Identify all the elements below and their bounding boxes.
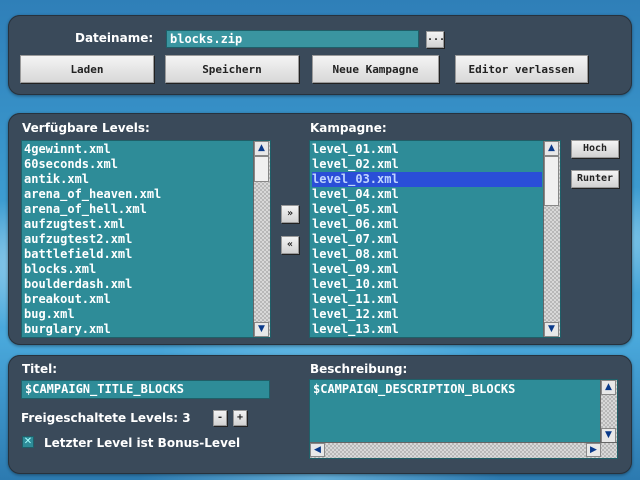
list-item[interactable]: bug.xml: [24, 307, 252, 322]
list-item[interactable]: arena_of_heaven.xml: [24, 187, 252, 202]
list-item[interactable]: aufzugtest2.xml: [24, 232, 252, 247]
list-item[interactable]: arena_of_hell.xml: [24, 202, 252, 217]
new-campaign-button[interactable]: Neue Kampagne: [312, 55, 439, 83]
decrease-unlocked-button[interactable]: -: [213, 410, 227, 426]
move-down-button[interactable]: Runter: [571, 170, 619, 188]
list-item[interactable]: aufzugtest.xml: [24, 217, 252, 232]
file-panel: Dateiname: blocks.zip ... Laden Speicher…: [8, 15, 632, 95]
scroll-thumb[interactable]: [254, 156, 269, 182]
save-button[interactable]: Speichern: [165, 55, 299, 83]
load-button[interactable]: Laden: [20, 55, 154, 83]
exit-editor-button[interactable]: Editor verlassen: [455, 55, 588, 83]
scroll-up-icon[interactable]: ▲: [544, 141, 559, 156]
campaign-levels-scrollbar[interactable]: ▲ ▼: [543, 141, 560, 337]
list-item[interactable]: level_03.xml: [312, 172, 542, 187]
campaign-label: Kampagne:: [310, 121, 387, 135]
unlocked-levels-label: Freigeschaltete Levels: 3: [21, 411, 191, 425]
list-item[interactable]: antik.xml: [24, 172, 252, 187]
description-hscrollbar[interactable]: ◀ ▶: [310, 442, 617, 458]
title-label: Titel:: [22, 362, 58, 376]
list-item[interactable]: level_04.xml: [312, 187, 542, 202]
list-item[interactable]: 4gewinnt.xml: [24, 142, 252, 157]
list-item[interactable]: level_09.xml: [312, 262, 542, 277]
scroll-up-icon[interactable]: ▲: [254, 141, 269, 156]
list-item[interactable]: battlefield.xml: [24, 247, 252, 262]
list-item[interactable]: blocks.xml: [24, 262, 252, 277]
list-item[interactable]: level_10.xml: [312, 277, 542, 292]
list-item[interactable]: boulderdash.xml: [24, 277, 252, 292]
description-textarea[interactable]: $CAMPAIGN_DESCRIPTION_BLOCKS ▲ ▼ ◀ ▶: [309, 379, 618, 459]
list-item[interactable]: level_08.xml: [312, 247, 542, 262]
scroll-down-icon[interactable]: ▼: [544, 322, 559, 337]
available-levels-scrollbar[interactable]: ▲ ▼: [253, 141, 270, 337]
list-item[interactable]: level_13.xml: [312, 322, 542, 337]
remove-level-button[interactable]: «: [281, 236, 299, 254]
list-item[interactable]: level_06.xml: [312, 217, 542, 232]
campaign-levels-list[interactable]: level_13.xml level_12.xml level_11.xml leve…: [309, 140, 561, 338]
add-level-button[interactable]: »: [281, 205, 299, 223]
list-item[interactable]: level_07.xml: [312, 232, 542, 247]
scroll-left-icon[interactable]: ◀: [310, 443, 325, 457]
description-label: Beschreibung:: [310, 362, 408, 376]
list-item[interactable]: breakout.xml: [24, 292, 252, 307]
filename-input[interactable]: blocks.zip: [166, 30, 419, 48]
browse-button[interactable]: ...: [426, 31, 445, 48]
available-levels-label: Verfügbare Levels:: [22, 121, 150, 135]
list-item[interactable]: 60seconds.xml: [24, 157, 252, 172]
check-mark-icon: ✕: [23, 436, 33, 447]
list-item[interactable]: level_02.xml: [312, 157, 542, 172]
scroll-down-icon[interactable]: ▼: [254, 322, 269, 337]
filename-label: Dateiname:: [75, 31, 154, 45]
bonus-level-label: Letzter Level ist Bonus-Level: [44, 436, 241, 450]
bonus-level-checkbox[interactable]: ✕: [22, 436, 34, 448]
list-item[interactable]: level_01.xml: [312, 142, 542, 157]
description-vscrollbar[interactable]: ▲ ▼: [600, 380, 617, 443]
scroll-thumb[interactable]: [544, 156, 559, 206]
scroll-right-icon[interactable]: ▶: [586, 443, 601, 457]
description-text: $CAMPAIGN_DESCRIPTION_BLOCKS: [313, 382, 516, 396]
move-up-button[interactable]: Hoch: [571, 140, 619, 158]
list-item[interactable]: level_11.xml: [312, 292, 542, 307]
scroll-up-icon[interactable]: ▲: [601, 380, 616, 395]
available-levels-list[interactable]: burglary.xml bug.xml breakout.xml boulderda…: [21, 140, 271, 338]
details-panel: Titel: $CAMPAIGN_TITLE_BLOCKS Freigescha…: [8, 355, 632, 474]
list-item[interactable]: level_12.xml: [312, 307, 542, 322]
list-item[interactable]: burglary.xml: [24, 322, 252, 337]
list-item[interactable]: level_05.xml: [312, 202, 542, 217]
increase-unlocked-button[interactable]: +: [233, 410, 247, 426]
levels-panel: Verfügbare Levels: burglary.xml bug.xml br…: [8, 113, 632, 345]
scroll-down-icon[interactable]: ▼: [601, 428, 616, 443]
title-input[interactable]: $CAMPAIGN_TITLE_BLOCKS: [21, 380, 270, 399]
